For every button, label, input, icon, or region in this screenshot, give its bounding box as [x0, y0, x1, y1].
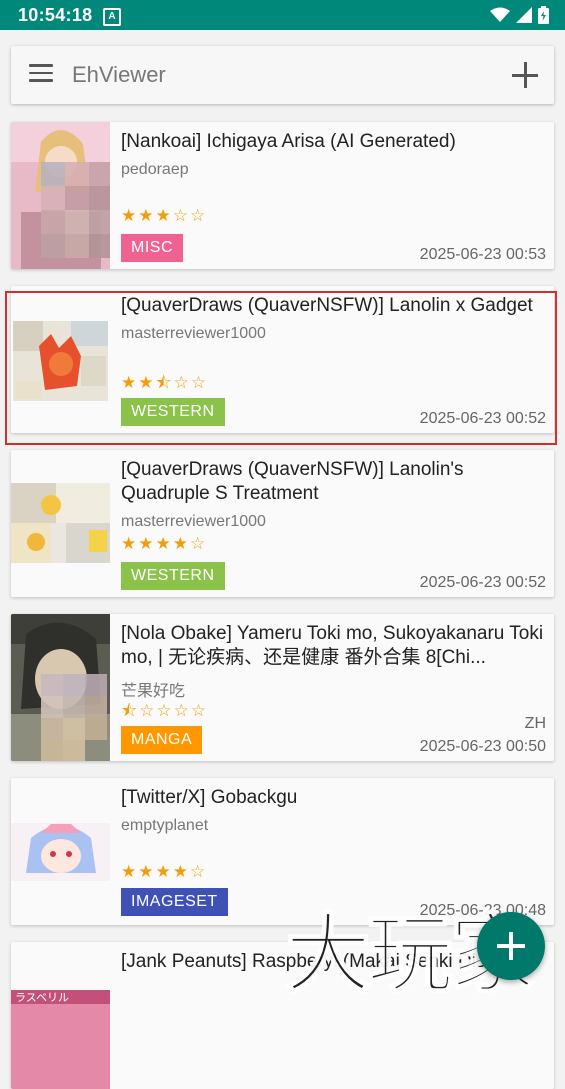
gallery-card[interactable]: [Twitter/X] Gobackgu emptyplanet ★★★★☆ I… [11, 778, 554, 925]
gallery-date: 2025-06-23 00:50 [419, 738, 546, 755]
category-badge: WESTERN [121, 562, 225, 590]
category-badge: MANGA [121, 726, 203, 754]
status-bar: 10:54:18 A [0, 0, 565, 30]
rating-stars: ★★★★☆ [121, 534, 208, 553]
gallery-title: [QuaverDraws (QuaverNSFW)] Lanolin x Gad… [121, 295, 533, 316]
gallery-date: 2025-06-23 00:53 [419, 246, 546, 263]
gallery-title: [Nankoai] Ichigaya Arisa (AI Generated) [121, 131, 456, 152]
category-badge: WESTERN [121, 398, 225, 426]
notification-icon: A [103, 8, 121, 26]
gallery-thumbnail [11, 450, 110, 597]
gallery-title: [QuaverDraws (QuaverNSFW)] Lanolin's Qua… [121, 459, 464, 504]
gallery-card[interactable]: [Nola Obake] Yameru Toki mo, Sukoyakanar… [11, 614, 554, 761]
app-title: EhViewer [72, 62, 166, 87]
gallery-card[interactable]: [QuaverDraws (QuaverNSFW)] Lanolin x Gad… [11, 286, 554, 433]
battery-icon [538, 6, 549, 24]
gallery-thumbnail [11, 286, 110, 433]
menu-icon[interactable] [29, 64, 53, 86]
status-icons [490, 6, 549, 24]
category-badge: MISC [121, 234, 183, 262]
gallery-thumbnail: ラスベリル [11, 942, 110, 1089]
gallery-title: [Twitter/X] Gobackgu [121, 787, 298, 808]
gallery-uploader: masterreviewer1000 [121, 325, 266, 342]
search-bar[interactable]: EhViewer [11, 46, 554, 104]
svg-text:ラスベリル: ラスベリル [15, 991, 69, 1004]
rating-stars: ★★★☆☆ [121, 206, 208, 225]
gallery-uploader: masterreviewer1000 [121, 513, 266, 530]
signal-icon [516, 7, 532, 23]
rating-stars: ⯪☆☆☆☆ [121, 701, 209, 720]
gallery-date: 2025-06-23 00:52 [419, 574, 546, 591]
rating-stars: ★★★★☆ [121, 862, 208, 881]
gallery-date: 2025-06-23 00:52 [419, 410, 546, 427]
gallery-thumbnail [11, 122, 110, 269]
gallery-language: ZH [524, 715, 546, 732]
gallery-title: [Nola Obake] Yameru Toki mo, Sukoyakanar… [121, 623, 544, 668]
category-badge: IMAGESET [121, 888, 228, 916]
gallery-card[interactable]: [QuaverDraws (QuaverNSFW)] Lanolin's Qua… [11, 450, 554, 597]
gallery-card[interactable]: [Nankoai] Ichigaya Arisa (AI Generated) … [11, 122, 554, 269]
gallery-thumbnail [11, 614, 110, 761]
wifi-icon [490, 7, 510, 22]
rating-stars: ★★⯪☆☆ [121, 373, 209, 392]
add-icon[interactable] [510, 60, 540, 90]
fab-add-button[interactable] [477, 912, 545, 980]
status-time: 10:54:18 [18, 5, 93, 25]
gallery-uploader: emptyplanet [121, 817, 209, 834]
gallery-thumbnail [11, 778, 110, 925]
gallery-uploader: pedoraep [121, 161, 189, 178]
